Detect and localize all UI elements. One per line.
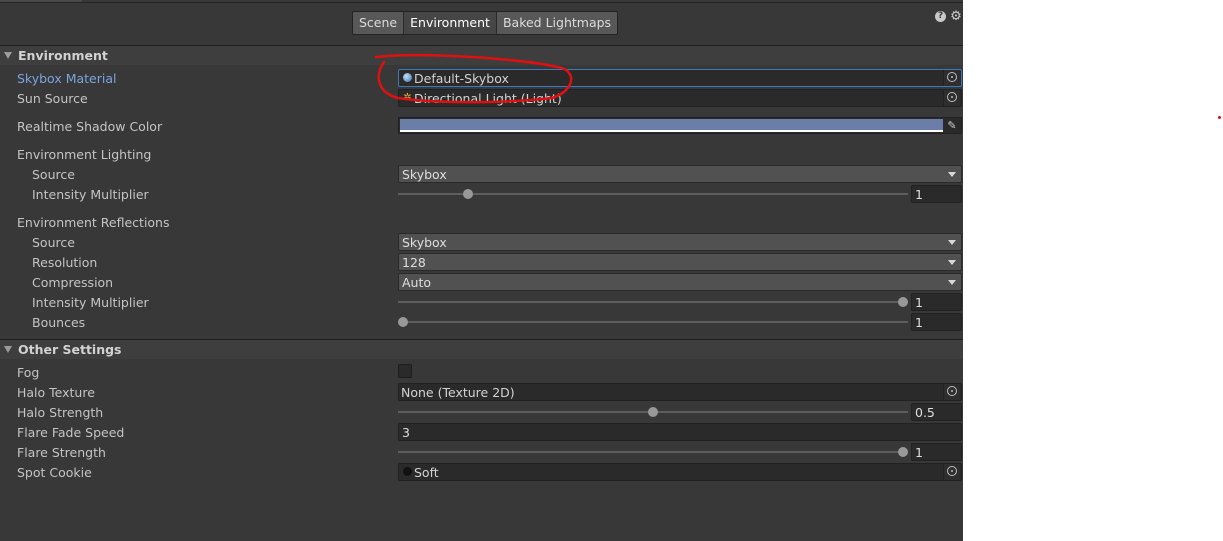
slider-track[interactable] — [398, 193, 908, 195]
slider-thumb[interactable] — [648, 407, 658, 417]
realtime-shadow-color-label: Realtime Shadow Color — [17, 119, 163, 134]
alpha-bar — [400, 130, 943, 132]
bounces-label: Bounces — [32, 315, 86, 330]
texture-icon — [403, 467, 412, 476]
sun-source-field[interactable]: ✲ Directional Light (Light) — [398, 89, 962, 107]
bounces-input[interactable]: 1 — [911, 313, 962, 331]
slider-thumb[interactable] — [463, 189, 473, 199]
skybox-material-label: Skybox Material — [17, 71, 117, 86]
section-title: Environment — [18, 48, 108, 63]
fog-label: Fog — [17, 365, 40, 380]
reflections-compression-dropdown[interactable]: Auto — [398, 273, 962, 291]
section-title: Other Settings — [18, 342, 122, 357]
environment-lighting-label: Environment Lighting — [17, 147, 152, 162]
chevron-down-icon — [948, 280, 956, 285]
spot-cookie-field[interactable]: Soft — [398, 463, 962, 481]
lighting-intensity-slider[interactable] — [398, 185, 908, 203]
foldout-arrow-icon[interactable] — [4, 346, 12, 353]
halo-strength-input[interactable]: 0.5 — [911, 403, 962, 421]
number-value: 1 — [915, 445, 923, 460]
lighting-source-label: Source — [32, 167, 75, 182]
lighting-intensity-label: Intensity Multiplier — [32, 187, 149, 202]
halo-texture-label: Halo Texture — [17, 385, 95, 400]
gear-icon[interactable]: ⚙ — [950, 10, 962, 23]
number-value: 3 — [402, 425, 410, 440]
environment-reflections-label: Environment Reflections — [17, 215, 170, 230]
color-swatch[interactable] — [400, 119, 943, 130]
help-icon[interactable]: ? — [935, 11, 946, 22]
flare-strength-label: Flare Strength — [17, 445, 106, 460]
number-value: 1 — [915, 187, 923, 202]
number-value: 1 — [915, 315, 923, 330]
object-picker-icon[interactable] — [943, 384, 960, 400]
sun-source-label: Sun Source — [17, 91, 88, 106]
slider-track[interactable] — [398, 301, 908, 303]
number-value: 0.5 — [915, 405, 935, 420]
lighting-window: Scene Environment Baked Lightmaps ? ⚙ En… — [0, 0, 963, 541]
tab-environment[interactable]: Environment — [404, 12, 497, 34]
other-settings-section-header[interactable]: Other Settings — [0, 339, 963, 359]
lighting-intensity-input[interactable]: 1 — [911, 185, 962, 203]
environment-section-header[interactable]: Environment — [0, 45, 963, 65]
tab-baked-lightmaps[interactable]: Baked Lightmaps — [496, 12, 618, 34]
sun-source-value: Directional Light (Light) — [414, 91, 562, 106]
slider-thumb[interactable] — [898, 447, 908, 457]
halo-strength-label: Halo Strength — [17, 405, 104, 420]
object-picker-icon[interactable] — [943, 90, 960, 106]
material-sphere-icon — [403, 73, 412, 82]
foldout-arrow-icon[interactable] — [4, 52, 12, 59]
spot-cookie-label: Spot Cookie — [17, 465, 92, 480]
chevron-down-icon — [948, 240, 956, 245]
slider-thumb[interactable] — [398, 317, 408, 327]
reflections-intensity-slider[interactable] — [398, 293, 908, 311]
light-icon: ✲ — [403, 92, 412, 103]
spot-cookie-value: Soft — [414, 465, 439, 480]
slider-track[interactable] — [398, 321, 908, 323]
halo-texture-value: None (Texture 2D) — [401, 385, 515, 400]
dropdown-value: Skybox — [402, 235, 447, 250]
object-picker-icon[interactable] — [943, 464, 960, 480]
realtime-shadow-color-field[interactable]: ✎ — [398, 117, 962, 134]
red-annotation-dot — [1218, 116, 1221, 119]
dropdown-value: 128 — [402, 255, 426, 270]
lighting-source-dropdown[interactable]: Skybox — [398, 165, 962, 183]
eyedropper-icon[interactable]: ✎ — [945, 119, 959, 132]
reflections-intensity-label: Intensity Multiplier — [32, 295, 149, 310]
slider-thumb[interactable] — [898, 297, 908, 307]
flare-strength-input[interactable]: 1 — [911, 443, 962, 461]
chevron-down-icon — [948, 260, 956, 265]
reflections-resolution-dropdown[interactable]: 128 — [398, 253, 962, 271]
reflections-intensity-input[interactable]: 1 — [911, 293, 962, 311]
skybox-material-value: Default-Skybox — [414, 71, 509, 86]
number-value: 1 — [915, 295, 923, 310]
fog-checkbox[interactable] — [398, 364, 412, 378]
flare-fade-speed-input[interactable]: 3 — [398, 423, 962, 441]
lighting-toolbar: Scene Environment Baked Lightmaps ? ⚙ — [0, 0, 963, 44]
flare-fade-speed-label: Flare Fade Speed — [17, 425, 125, 440]
object-picker-icon[interactable] — [943, 70, 960, 86]
reflections-resolution-label: Resolution — [32, 255, 98, 270]
slider-track[interactable] — [398, 451, 908, 453]
dropdown-value: Skybox — [402, 167, 447, 182]
halo-strength-slider[interactable] — [398, 403, 908, 421]
reflections-compression-label: Compression — [32, 275, 114, 290]
flare-strength-slider[interactable] — [398, 443, 908, 461]
dropdown-value: Auto — [402, 275, 432, 290]
skybox-material-field[interactable]: Default-Skybox — [398, 69, 962, 87]
reflections-source-label: Source — [32, 235, 75, 250]
tab-scene[interactable]: Scene — [353, 12, 405, 34]
bounces-slider[interactable] — [398, 313, 908, 331]
chevron-down-icon — [948, 172, 956, 177]
lighting-tab-bar: Scene Environment Baked Lightmaps — [352, 11, 619, 35]
halo-texture-field[interactable]: None (Texture 2D) — [398, 383, 962, 401]
reflections-source-dropdown[interactable]: Skybox — [398, 233, 962, 251]
